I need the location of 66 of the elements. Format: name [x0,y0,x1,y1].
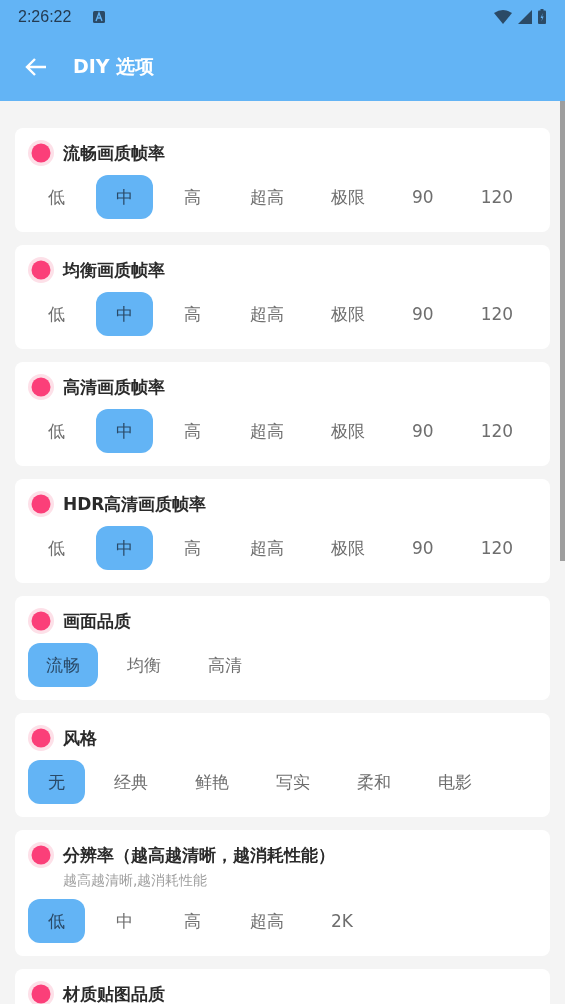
option-chip[interactable]: 120 [462,292,532,336]
option-chip[interactable]: 经典 [96,760,166,804]
bullet-dot-icon [28,608,54,634]
option-chip[interactable]: 超高 [232,526,302,570]
app-bar-title: DIY 选项 [73,54,155,79]
option-chip[interactable]: 无 [28,760,85,804]
back-arrow-icon[interactable] [25,57,47,77]
bullet-dot-icon [28,140,54,166]
option-chip[interactable]: 均衡 [109,643,179,687]
bullet-dot-icon [28,491,54,517]
bullet-dot-icon [28,257,54,283]
option-chip[interactable]: 低 [28,899,85,943]
option-chip[interactable]: 120 [462,409,532,453]
option-chip[interactable]: 超高 [232,899,302,943]
option-chip[interactable]: 120 [462,526,532,570]
section-title: HDR高清画质帧率 [63,492,207,516]
option-chip[interactable]: 低 [28,292,85,336]
battery-icon [538,9,546,24]
option-chip[interactable]: 高 [164,409,221,453]
option-chip[interactable]: 极限 [313,292,383,336]
option-chip[interactable]: 极限 [313,409,383,453]
section-title: 风格 [63,726,97,750]
section-title: 均衡画质帧率 [63,258,165,282]
section-title: 高清画质帧率 [63,375,165,399]
option-chip[interactable]: 低 [28,409,85,453]
option-chip[interactable]: 中 [96,899,153,943]
option-chip[interactable]: 90 [394,409,452,453]
option-chip[interactable]: 高 [164,899,221,943]
bullet-dot-icon [28,725,54,751]
bullet-dot-icon [28,842,54,868]
option-chip[interactable]: 中 [96,175,153,219]
section-title: 分辨率（越高越清晰，越消耗性能） [63,843,335,867]
option-chip[interactable]: 极限 [313,526,383,570]
option-chip[interactable]: 低 [28,526,85,570]
option-chip[interactable]: 90 [394,292,452,336]
option-chip[interactable]: 柔和 [339,760,409,804]
option-chip[interactable]: 极限 [313,175,383,219]
option-chip[interactable]: 中 [96,409,153,453]
bullet-dot-icon [28,981,54,1004]
option-chip[interactable]: 高 [164,175,221,219]
option-chip[interactable]: 2K [313,899,371,943]
option-chip[interactable]: 超高 [232,175,302,219]
option-chip[interactable]: 高 [164,526,221,570]
option-chip[interactable]: 中 [96,292,153,336]
option-chip[interactable]: 高 [164,292,221,336]
option-chip[interactable]: 120 [462,175,532,219]
option-chip[interactable]: 流畅 [28,643,98,687]
option-chip[interactable]: 写实 [258,760,328,804]
wifi-icon [494,9,512,24]
option-chip[interactable]: 90 [394,526,452,570]
option-chip[interactable]: 90 [394,175,452,219]
option-chip[interactable]: 鲜艳 [177,760,247,804]
option-chip[interactable]: 低 [28,175,85,219]
option-chip[interactable]: 超高 [232,292,302,336]
option-chip[interactable]: 超高 [232,409,302,453]
section-title: 流畅画质帧率 [63,141,165,165]
option-chip[interactable]: 高清 [190,643,260,687]
option-chip[interactable]: 电影 [420,760,490,804]
bullet-dot-icon [28,374,54,400]
signal-icon [518,9,532,24]
section-title: 材质贴图品质 [63,982,165,1004]
notification-icon [93,10,106,23]
section-subtitle: 越高越清晰,越消耗性能 [63,872,209,890]
section-title: 画面品质 [63,609,131,633]
status-time: 2:26:22 [18,7,72,26]
option-chip[interactable]: 中 [96,526,153,570]
